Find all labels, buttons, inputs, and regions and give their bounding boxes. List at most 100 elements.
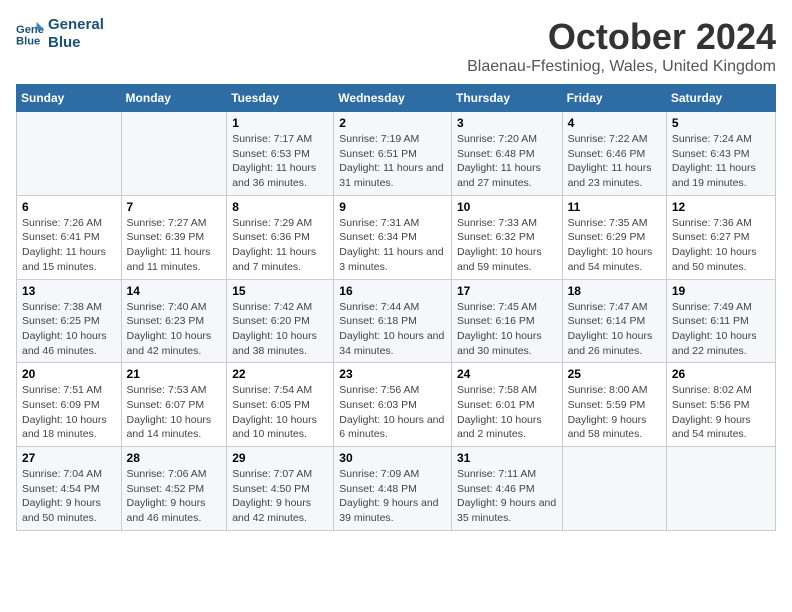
day-number: 9 bbox=[339, 200, 446, 214]
logo-line2: Blue bbox=[48, 34, 104, 52]
calendar-cell: 5 Sunrise: 7:24 AM Sunset: 6:43 PM Daylig… bbox=[666, 112, 775, 196]
calendar-cell: 13Sunrise: 7:38 AM Sunset: 6:25 PM Dayli… bbox=[17, 279, 122, 363]
header: General Blue General Blue October 2024 B… bbox=[16, 16, 776, 76]
day-number: 28 bbox=[127, 451, 222, 465]
day-detail: Sunrise: 7:53 AM Sunset: 6:07 PM Dayligh… bbox=[127, 383, 222, 442]
day-detail: Sunrise: 7:51 AM Sunset: 6:09 PM Dayligh… bbox=[22, 383, 116, 442]
calendar-cell: 16 Sunrise: 7:44 AM Sunset: 6:18 PM Dayli… bbox=[334, 279, 452, 363]
calendar-cell: 27Sunrise: 7:04 AM Sunset: 4:54 PM Dayli… bbox=[17, 447, 122, 531]
calendar-cell: 30 Sunrise: 7:09 AM Sunset: 4:48 PM Dayli… bbox=[334, 447, 452, 531]
day-of-week-header: Friday bbox=[562, 85, 666, 112]
day-detail: Sunrise: 7:35 AM Sunset: 6:29 PM Dayligh… bbox=[568, 216, 661, 275]
day-number: 20 bbox=[22, 367, 116, 381]
day-detail: Sunrise: 7:24 AM Sunset: 6:43 PM Dayligh… bbox=[672, 132, 770, 191]
day-detail: Sunrise: 7:31 AM Sunset: 6:34 PM Dayligh… bbox=[339, 216, 446, 275]
day-detail: Sunrise: 7:06 AM Sunset: 4:52 PM Dayligh… bbox=[127, 467, 222, 526]
day-detail: Sunrise: 7:33 AM Sunset: 6:32 PM Dayligh… bbox=[457, 216, 557, 275]
calendar-cell: 8 Sunrise: 7:29 AM Sunset: 6:36 PM Daylig… bbox=[227, 195, 334, 279]
day-number: 27 bbox=[22, 451, 116, 465]
calendar-cell: 22 Sunrise: 7:54 AM Sunset: 6:05 PM Dayli… bbox=[227, 363, 334, 447]
day-detail: Sunrise: 7:36 AM Sunset: 6:27 PM Dayligh… bbox=[672, 216, 770, 275]
day-number: 16 bbox=[339, 284, 446, 298]
day-of-week-header: Wednesday bbox=[334, 85, 452, 112]
day-of-week-header: Sunday bbox=[17, 85, 122, 112]
day-detail: Sunrise: 7:11 AM Sunset: 4:46 PM Dayligh… bbox=[457, 467, 557, 526]
calendar-cell: 26Sunrise: 8:02 AM Sunset: 5:56 PM Dayli… bbox=[666, 363, 775, 447]
day-number: 8 bbox=[232, 200, 328, 214]
logo-icon: General Blue bbox=[16, 20, 44, 48]
day-number: 2 bbox=[339, 116, 446, 130]
subtitle: Blaenau-Ffestiniog, Wales, United Kingdo… bbox=[467, 58, 776, 76]
day-number: 19 bbox=[672, 284, 770, 298]
calendar-cell bbox=[562, 447, 666, 531]
calendar-cell: 6Sunrise: 7:26 AM Sunset: 6:41 PM Daylig… bbox=[17, 195, 122, 279]
day-number: 24 bbox=[457, 367, 557, 381]
day-detail: Sunrise: 7:17 AM Sunset: 6:53 PM Dayligh… bbox=[232, 132, 328, 191]
calendar-cell: 18Sunrise: 7:47 AM Sunset: 6:14 PM Dayli… bbox=[562, 279, 666, 363]
day-detail: Sunrise: 7:54 AM Sunset: 6:05 PM Dayligh… bbox=[232, 383, 328, 442]
day-detail: Sunrise: 7:20 AM Sunset: 6:48 PM Dayligh… bbox=[457, 132, 557, 191]
day-detail: Sunrise: 7:22 AM Sunset: 6:46 PM Dayligh… bbox=[568, 132, 661, 191]
calendar-cell: 7 Sunrise: 7:27 AM Sunset: 6:39 PM Daylig… bbox=[121, 195, 227, 279]
calendar-week-row: 20 Sunrise: 7:51 AM Sunset: 6:09 PM Dayli… bbox=[17, 363, 776, 447]
day-of-week-header: Monday bbox=[121, 85, 227, 112]
day-number: 14 bbox=[127, 284, 222, 298]
calendar-cell bbox=[121, 112, 227, 196]
day-number: 1 bbox=[232, 116, 328, 130]
calendar-cell: 15 Sunrise: 7:42 AM Sunset: 6:20 PM Dayli… bbox=[227, 279, 334, 363]
calendar-cell: 4 Sunrise: 7:22 AM Sunset: 6:46 PM Daylig… bbox=[562, 112, 666, 196]
calendar-cell: 9 Sunrise: 7:31 AM Sunset: 6:34 PM Daylig… bbox=[334, 195, 452, 279]
calendar-week-row: 13Sunrise: 7:38 AM Sunset: 6:25 PM Dayli… bbox=[17, 279, 776, 363]
day-detail: Sunrise: 7:09 AM Sunset: 4:48 PM Dayligh… bbox=[339, 467, 446, 526]
day-detail: Sunrise: 7:29 AM Sunset: 6:36 PM Dayligh… bbox=[232, 216, 328, 275]
calendar-header-row: SundayMondayTuesdayWednesdayThursdayFrid… bbox=[17, 85, 776, 112]
day-number: 25 bbox=[568, 367, 661, 381]
calendar-cell: 17Sunrise: 7:45 AM Sunset: 6:16 PM Dayli… bbox=[451, 279, 562, 363]
calendar-cell: 20 Sunrise: 7:51 AM Sunset: 6:09 PM Dayli… bbox=[17, 363, 122, 447]
calendar-cell: 11Sunrise: 7:35 AM Sunset: 6:29 PM Dayli… bbox=[562, 195, 666, 279]
day-number: 23 bbox=[339, 367, 446, 381]
day-number: 15 bbox=[232, 284, 328, 298]
day-detail: Sunrise: 7:49 AM Sunset: 6:11 PM Dayligh… bbox=[672, 300, 770, 359]
calendar-table: SundayMondayTuesdayWednesdayThursdayFrid… bbox=[16, 84, 776, 531]
day-detail: Sunrise: 8:00 AM Sunset: 5:59 PM Dayligh… bbox=[568, 383, 661, 442]
day-detail: Sunrise: 7:47 AM Sunset: 6:14 PM Dayligh… bbox=[568, 300, 661, 359]
day-number: 26 bbox=[672, 367, 770, 381]
day-number: 22 bbox=[232, 367, 328, 381]
day-detail: Sunrise: 7:19 AM Sunset: 6:51 PM Dayligh… bbox=[339, 132, 446, 191]
calendar-cell: 31 Sunrise: 7:11 AM Sunset: 4:46 PM Dayli… bbox=[451, 447, 562, 531]
day-number: 30 bbox=[339, 451, 446, 465]
day-number: 7 bbox=[127, 200, 222, 214]
calendar-cell bbox=[17, 112, 122, 196]
day-number: 31 bbox=[457, 451, 557, 465]
calendar-cell: 1 Sunrise: 7:17 AM Sunset: 6:53 PM Daylig… bbox=[227, 112, 334, 196]
day-detail: Sunrise: 7:27 AM Sunset: 6:39 PM Dayligh… bbox=[127, 216, 222, 275]
svg-text:Blue: Blue bbox=[16, 35, 40, 47]
calendar-cell: 23 Sunrise: 7:56 AM Sunset: 6:03 PM Dayli… bbox=[334, 363, 452, 447]
calendar-cell: 29Sunrise: 7:07 AM Sunset: 4:50 PM Dayli… bbox=[227, 447, 334, 531]
day-detail: Sunrise: 7:44 AM Sunset: 6:18 PM Dayligh… bbox=[339, 300, 446, 359]
day-detail: Sunrise: 7:40 AM Sunset: 6:23 PM Dayligh… bbox=[127, 300, 222, 359]
logo: General Blue General Blue bbox=[16, 16, 104, 52]
main-title: October 2024 bbox=[467, 16, 776, 58]
day-number: 12 bbox=[672, 200, 770, 214]
day-number: 6 bbox=[22, 200, 116, 214]
calendar-cell: 19 Sunrise: 7:49 AM Sunset: 6:11 PM Dayli… bbox=[666, 279, 775, 363]
day-detail: Sunrise: 7:07 AM Sunset: 4:50 PM Dayligh… bbox=[232, 467, 328, 526]
calendar-cell: 25 Sunrise: 8:00 AM Sunset: 5:59 PM Dayli… bbox=[562, 363, 666, 447]
day-of-week-header: Tuesday bbox=[227, 85, 334, 112]
calendar-cell: 24Sunrise: 7:58 AM Sunset: 6:01 PM Dayli… bbox=[451, 363, 562, 447]
calendar-week-row: 27Sunrise: 7:04 AM Sunset: 4:54 PM Dayli… bbox=[17, 447, 776, 531]
day-number: 4 bbox=[568, 116, 661, 130]
day-detail: Sunrise: 7:56 AM Sunset: 6:03 PM Dayligh… bbox=[339, 383, 446, 442]
day-of-week-header: Saturday bbox=[666, 85, 775, 112]
calendar-cell: 2 Sunrise: 7:19 AM Sunset: 6:51 PM Daylig… bbox=[334, 112, 452, 196]
day-number: 13 bbox=[22, 284, 116, 298]
day-number: 3 bbox=[457, 116, 557, 130]
day-detail: Sunrise: 7:42 AM Sunset: 6:20 PM Dayligh… bbox=[232, 300, 328, 359]
title-area: October 2024 Blaenau-Ffestiniog, Wales, … bbox=[467, 16, 776, 76]
calendar-cell: 10Sunrise: 7:33 AM Sunset: 6:32 PM Dayli… bbox=[451, 195, 562, 279]
calendar-cell: 28 Sunrise: 7:06 AM Sunset: 4:52 PM Dayli… bbox=[121, 447, 227, 531]
day-of-week-header: Thursday bbox=[451, 85, 562, 112]
day-number: 5 bbox=[672, 116, 770, 130]
